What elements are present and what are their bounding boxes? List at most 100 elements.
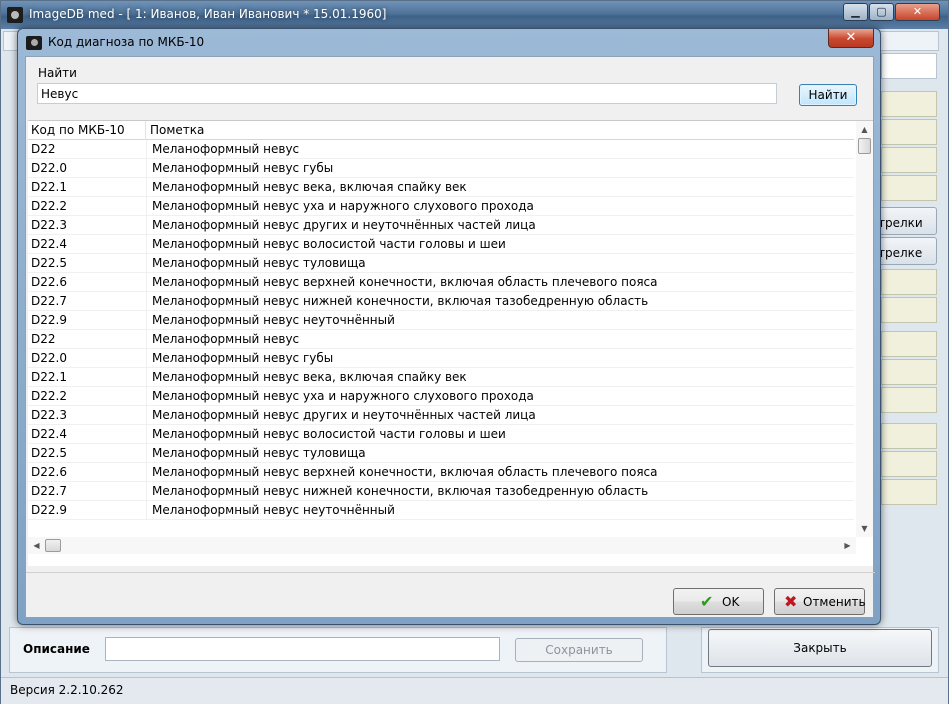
table-row[interactable]: D22.4 Меланоформный невус волосистой част… [28,425,854,444]
cell-note: Меланоформный невус [152,332,300,346]
cancel-button[interactable]: ✖ Отменить [774,588,866,615]
bg-input[interactable] [881,53,937,79]
cell-note: Меланоформный невус уха и наружного слух… [152,389,534,403]
cell-note: Меланоформный невус волосистой части гол… [152,427,506,441]
table-row[interactable]: D22 Меланоформный невус [28,140,854,159]
table-row[interactable]: D22.2 Меланоформный невус уха и наружного… [28,197,854,216]
scroll-right-arrow-icon[interactable]: ▶ [839,537,856,554]
bg-right-label: трелки [878,216,923,230]
table-body: D22 Меланоформный невус D22.0 Меланоформный… [28,140,854,520]
minimize-button[interactable]: ▁ [843,3,868,21]
cell-code: D22.7 [31,294,67,308]
column-divider [146,501,147,520]
bg-arrow-button[interactable]: трелки [873,207,937,235]
horizontal-scroll-thumb[interactable] [45,539,61,552]
column-header-code[interactable]: Код по МКБ-10 [31,123,125,137]
cell-note: Меланоформный невус нижней конечности, в… [152,294,649,308]
cell-code: D22.3 [31,408,67,422]
column-divider [146,178,147,197]
table-row[interactable]: D22 Меланоформный невус [28,330,854,349]
main-close-button[interactable]: ✕ [895,3,940,21]
save-button[interactable]: Сохранить [515,638,643,662]
column-divider [146,425,147,444]
table-row[interactable]: D22.7 Меланоформный невус нижней конечнос… [28,292,854,311]
bg-list-item[interactable] [881,119,937,145]
camera-icon [7,7,23,23]
cell-code: D22.6 [31,465,67,479]
camera-icon [26,36,42,50]
cell-code: D22.0 [31,161,67,175]
cell-note: Меланоформный невус верхней конечности, … [152,275,658,289]
horizontal-scrollbar[interactable]: ◀ ▶ [28,537,856,554]
column-divider [146,235,147,254]
scroll-up-arrow-icon[interactable]: ▲ [856,121,873,138]
table-row[interactable]: D22.6 Меланоформный невус верхней конечно… [28,463,854,482]
table-row[interactable]: D22.0 Меланоформный невус губы [28,159,854,178]
table-row[interactable]: D22.3 Меланоформный невус других и неуточ… [28,406,854,425]
description-label: Описание [23,642,90,656]
scroll-left-arrow-icon[interactable]: ◀ [28,537,45,554]
bg-list-item[interactable] [881,331,937,357]
vertical-scroll-thumb[interactable] [858,138,871,154]
table-row[interactable]: D22.5 Меланоформный невус туловища [28,254,854,273]
table-row[interactable]: D22.6 Меланоформный невус верхней конечно… [28,273,854,292]
table-row[interactable]: D22.1 Меланоформный невус века, включая с… [28,368,854,387]
bg-list-item[interactable] [881,175,937,201]
table-row[interactable]: D22.9 Меланоформный невус неуточнённый [28,501,854,520]
search-button[interactable]: Найти [799,84,857,106]
bg-list-item[interactable] [881,91,937,117]
cell-code: D22.1 [31,180,67,194]
table-row[interactable]: D22.9 Меланоформный невус неуточнённый [28,311,854,330]
bg-list-item[interactable] [881,451,937,477]
column-divider [146,197,147,216]
main-window-title: ImageDB med - [ 1: Иванов, Иван Иванович… [29,7,387,21]
cell-note: Меланоформный невус неуточнённый [152,503,395,517]
bg-list-item[interactable] [881,147,937,173]
bg-list-item[interactable] [881,359,937,385]
table-row[interactable]: D22.0 Меланоформный невус губы [28,349,854,368]
dialog-title: Код диагноза по МКБ-10 [48,35,205,49]
table-row[interactable]: D22.1 Меланоформный невус века, включая с… [28,178,854,197]
cell-note: Меланоформный невус века, включая спайку… [152,180,467,194]
checkmark-icon: ✔ [700,592,714,611]
main-titlebar: ImageDB med - [ 1: Иванов, Иван Иванович… [1,1,948,29]
column-divider [146,463,147,482]
cell-code: D22.4 [31,237,67,251]
table-row[interactable]: D22.5 Меланоформный невус туловища [28,444,854,463]
maximize-button[interactable]: ▢ [869,3,894,21]
bg-list-item[interactable] [881,269,937,295]
cell-code: D22.3 [31,218,67,232]
scroll-down-arrow-icon[interactable]: ▼ [856,520,873,537]
bg-list-item[interactable] [881,479,937,505]
column-divider [146,387,147,406]
cell-code: D22.2 [31,389,67,403]
column-divider[interactable] [145,121,146,140]
table-row[interactable]: D22.4 Меланоформный невус волосистой част… [28,235,854,254]
table-row[interactable]: D22.3 Меланоформный невус других и неуточ… [28,216,854,235]
cell-note: Меланоформный невус губы [152,351,334,365]
diagnosis-table: Код по МКБ-10 Пометка D22 Меланоформный н… [28,120,873,566]
table-row[interactable]: D22.2 Меланоформный невус уха и наружного… [28,387,854,406]
cell-code: D22 [31,142,56,156]
vertical-scrollbar[interactable]: ▲ ▼ [856,121,873,537]
cell-note: Меланоформный невус нижней конечности, в… [152,484,649,498]
cross-icon: ✖ [784,592,798,611]
description-input[interactable] [105,637,500,661]
column-divider [146,140,147,159]
dialog-close-button[interactable]: ✕ [828,29,874,48]
cell-code: D22.5 [31,256,67,270]
bg-list-item[interactable] [881,387,937,413]
bg-list-item[interactable] [881,297,937,323]
search-input[interactable] [37,83,777,104]
ok-button[interactable]: ✔ OK [673,588,764,615]
bg-list-item[interactable] [881,423,937,449]
cell-note: Меланоформный невус неуточнённый [152,313,395,327]
cell-note: Меланоформный невус верхней конечности, … [152,465,658,479]
dialog-status-strip [26,607,875,608]
column-divider [146,482,147,501]
table-header: Код по МКБ-10 Пометка [28,121,854,140]
bg-arrow-button[interactable]: трелке [873,237,937,265]
close-button[interactable]: Закрыть [708,629,932,667]
table-row[interactable]: D22.7 Меланоформный невус нижней конечнос… [28,482,854,501]
column-header-note[interactable]: Пометка [150,123,204,137]
